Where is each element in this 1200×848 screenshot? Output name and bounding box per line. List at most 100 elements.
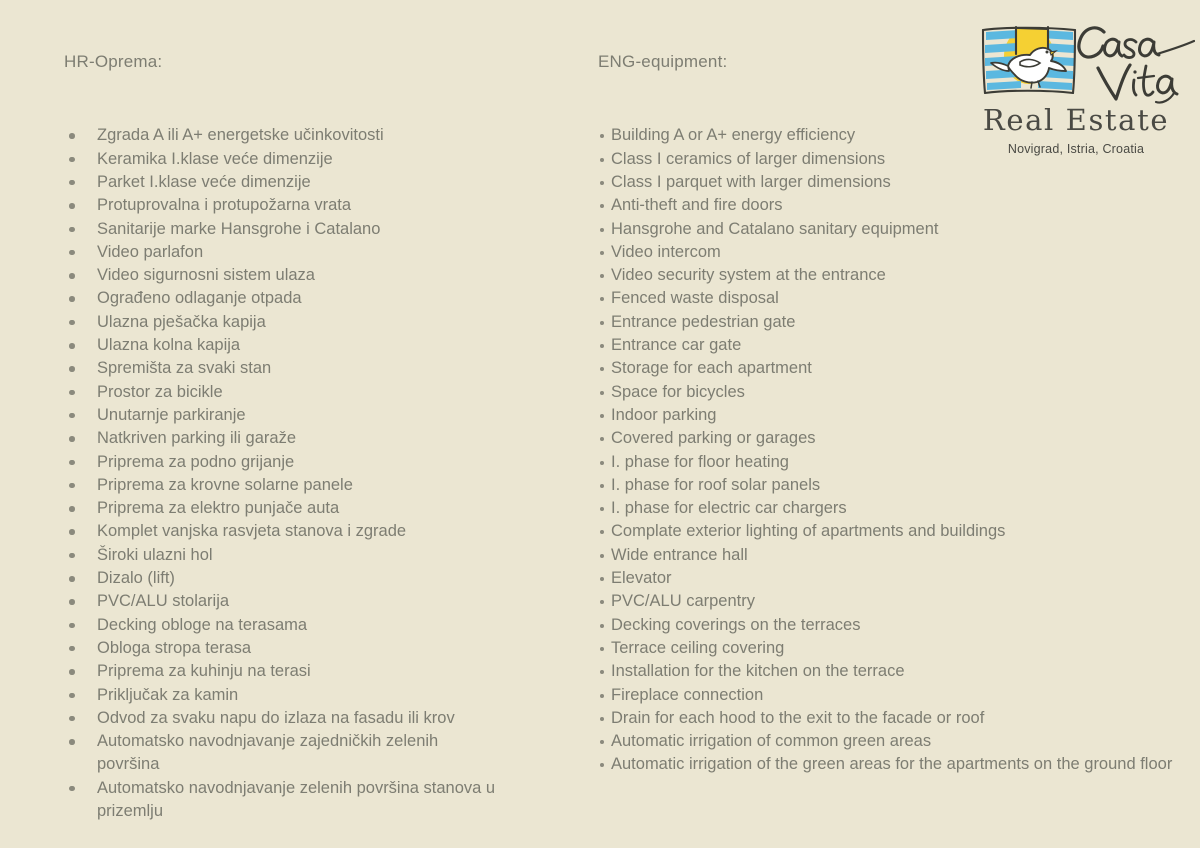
list-item-label: Široki ulazni hol — [97, 545, 213, 564]
list-item-label: PVC/ALU carpentry — [611, 592, 755, 611]
list-item-label: Fenced waste disposal — [611, 289, 779, 308]
list-item-label: Priprema za kuhinju na terasi — [97, 662, 311, 681]
bullet-icon — [69, 599, 75, 605]
list-item: Priprema za elektro punjače auta — [64, 497, 564, 520]
list-item: Video parlafon — [64, 241, 564, 264]
list-item: Automatsko navodnjavanje zelenih površin… — [64, 777, 517, 824]
list-item-label: Zgrada A ili A+ energetske učinkovitosti — [97, 126, 384, 145]
list-item-label: Space for bicycles — [611, 382, 745, 401]
bullet-icon — [600, 320, 604, 325]
list-item-label: I. phase for electric car chargers — [611, 499, 847, 518]
list-item-label: Natkriven parking ili garaže — [97, 429, 297, 448]
list-item-label: Video sigurnosni sistem ulaza — [97, 266, 315, 285]
list-item: Priprema za podno grijanje — [64, 451, 564, 474]
list-item: I. phase for floor heating — [598, 451, 1198, 474]
list-item-label: Installation for the kitchen on the terr… — [611, 662, 905, 681]
bullet-icon — [600, 646, 604, 651]
list-item: Class I parquet with larger dimensions — [598, 171, 1198, 194]
list-item: Indoor parking — [598, 404, 1198, 427]
logo-tagline: Real Estate — [982, 103, 1170, 137]
list-item: Video sigurnosni sistem ulaza — [64, 264, 564, 287]
list-item: Decking obloge na terasama — [64, 614, 564, 637]
list-item-label: Komplet vanjska rasvjeta stanova i zgrad… — [97, 522, 407, 541]
list-item-label: Priključak za kamin — [97, 685, 239, 704]
bullet-icon — [600, 204, 604, 209]
bullet-icon — [600, 553, 604, 558]
list-item-label: Odvod za svaku napu do izlaza na fasadu … — [97, 708, 455, 727]
bullet-icon — [600, 693, 604, 698]
list-item: PVC/ALU stolarija — [64, 590, 564, 613]
list-item-label: Elevator — [611, 569, 672, 588]
list-item: Priprema za kuhinju na terasi — [64, 660, 564, 683]
bullet-icon — [600, 180, 604, 185]
bullet-icon — [69, 366, 75, 372]
list-item-label: Dizalo (lift) — [97, 569, 175, 588]
bullet-icon — [69, 482, 75, 489]
bullet-icon — [69, 576, 75, 582]
list-item: Drain for each hood to the exit to the f… — [598, 707, 1198, 730]
list-item: Video security system at the entrance — [598, 264, 1198, 287]
list-item-label: Parket I.klase veće dimenzije — [97, 172, 311, 191]
bullet-icon — [600, 740, 604, 745]
list-item-label: Video intercom — [611, 242, 721, 261]
list-item-label: Class I parquet with larger dimensions — [611, 172, 891, 191]
list-item: Entrance pedestrian gate — [598, 311, 1198, 334]
list-item: Priključak za kamin — [64, 684, 564, 707]
list-item-label: Terrace ceiling covering — [611, 638, 785, 657]
list-item-label: Storage for each apartment — [611, 359, 812, 378]
bullet-icon — [600, 600, 604, 605]
list-item: Odvod za svaku napu do izlaza na fasadu … — [64, 707, 564, 730]
list-item-label: Fireplace connection — [611, 685, 764, 704]
list-item-label: Keramika I.klase veće dimenzije — [97, 149, 333, 168]
list-item: Storage for each apartment — [598, 357, 1198, 380]
list-item: Unutarnje parkiranje — [64, 404, 564, 427]
list-item: Fireplace connection — [598, 684, 1198, 707]
list-item-label: Hansgrohe and Catalano sanitary equipmen… — [611, 219, 939, 238]
list-item-label: Priprema za podno grijanje — [97, 452, 295, 471]
bullet-icon — [600, 367, 604, 372]
list-item: Natkriven parking ili garaže — [64, 427, 564, 450]
list-item: Ulazna pješačka kapija — [64, 311, 564, 334]
bullet-icon — [600, 716, 604, 721]
list-item-label: Automatsko navodnjavanje zelenih površin… — [97, 778, 496, 820]
list-item-label: Automatic irrigation of common green are… — [611, 732, 932, 751]
bullet-icon — [600, 763, 604, 768]
list-item: Parket I.klase veće dimenzije — [64, 171, 564, 194]
bullet-icon — [69, 343, 75, 349]
bullet-icon — [69, 436, 75, 442]
list-item-label: Class I ceramics of larger dimensions — [611, 149, 886, 168]
list-item-label: I. phase for roof solar panels — [611, 475, 821, 494]
list-item-label: Ulazna pješačka kapija — [97, 312, 266, 331]
bullet-icon — [600, 530, 604, 535]
list-item: Priprema za krovne solarne panele — [64, 474, 564, 497]
list-item-label: Priprema za krovne solarne panele — [97, 475, 353, 494]
list-item-label: Decking coverings on the terraces — [611, 615, 861, 634]
brochure-page: HR-Oprema: Zgrada A ili A+ energetske uč… — [0, 0, 1200, 848]
list-item: Prostor za bicikle — [64, 381, 564, 404]
list-item: PVC/ALU carpentry — [598, 590, 1198, 613]
bullet-icon — [600, 623, 604, 628]
english-equipment-list: Building A or A+ energy efficiency Class… — [598, 124, 1198, 776]
list-item-label: Spremišta za svaki stan — [97, 359, 272, 378]
list-item-label: Entrance pedestrian gate — [611, 312, 796, 331]
list-item: Elevator — [598, 567, 1198, 590]
casa-vita-logo[interactable]: Real Estate Novigrad, Istria, Croatia — [962, 14, 1196, 166]
list-item: Dizalo (lift) — [64, 567, 564, 590]
croatian-equipment-column: HR-Oprema: Zgrada A ili A+ energetske uč… — [64, 52, 564, 823]
list-item: Zgrada A ili A+ energetske učinkovitosti — [64, 124, 564, 147]
bullet-icon — [600, 413, 604, 418]
list-item: Wide entrance hall — [598, 544, 1198, 567]
list-item: Automatic irrigation of the green areas … — [598, 753, 1198, 776]
dove-sun-logo-icon — [974, 14, 1082, 102]
bullet-icon — [69, 273, 75, 279]
bullet-icon — [69, 296, 75, 302]
list-item: Automatic irrigation of common green are… — [598, 730, 1198, 753]
list-item: Fenced waste disposal — [598, 287, 1198, 310]
list-item-label: Video parlafon — [97, 242, 204, 261]
bullet-icon — [69, 506, 75, 512]
logo-top-row — [962, 14, 1196, 110]
bullet-icon — [600, 460, 604, 465]
bullet-icon — [600, 577, 604, 582]
bullet-icon — [69, 226, 75, 233]
bullet-icon — [600, 227, 604, 232]
